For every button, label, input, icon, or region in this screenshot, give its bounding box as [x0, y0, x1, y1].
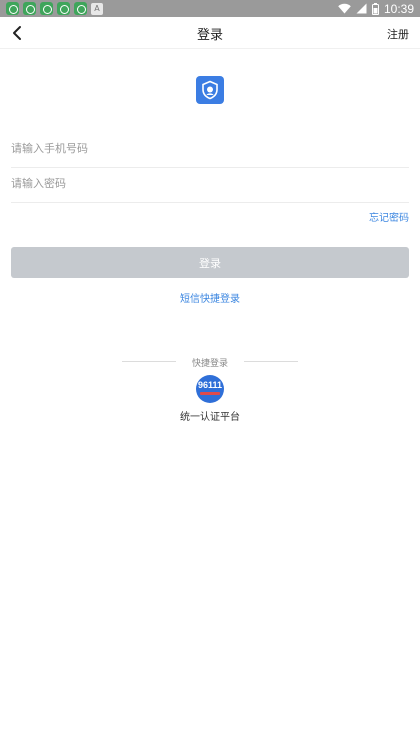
text-notification-icon: A	[91, 3, 103, 15]
nav-bar: 登录 注册	[0, 17, 420, 49]
sms-login-link[interactable]: 短信快捷登录	[0, 290, 420, 305]
app-logo	[196, 76, 224, 104]
page-title: 登录	[196, 28, 223, 43]
notification-icons: A	[6, 2, 103, 15]
password-field	[11, 168, 409, 203]
app-notification-icon	[57, 2, 70, 15]
register-button[interactable]: 注册	[387, 26, 409, 42]
signal-icon	[356, 3, 367, 14]
quick-login-icon-text: 96111	[197, 380, 223, 390]
unified-auth-platform-icon[interactable]: 96111	[196, 375, 224, 403]
login-button[interactable]: 登录	[11, 247, 409, 278]
icon-stripe	[200, 392, 220, 395]
quick-login-title: 快捷登录	[191, 359, 228, 369]
quick-login-label[interactable]: 统一认证平台	[0, 408, 420, 423]
app-notification-icon	[74, 2, 87, 15]
wifi-icon	[338, 3, 351, 14]
forgot-password-link[interactable]: 忘记密码	[369, 209, 409, 224]
app-notification-icon	[6, 2, 19, 15]
clock: 10:39	[383, 1, 414, 16]
status-indicators: 10:39	[338, 0, 414, 17]
shield-icon	[202, 80, 218, 100]
app-notification-icon	[40, 2, 53, 15]
status-bar: A 10:39	[0, 0, 420, 17]
app-notification-icon	[23, 2, 36, 15]
phone-field	[11, 133, 409, 168]
password-input[interactable]	[11, 168, 409, 198]
battery-icon	[371, 2, 379, 15]
phone-input[interactable]	[11, 133, 409, 163]
